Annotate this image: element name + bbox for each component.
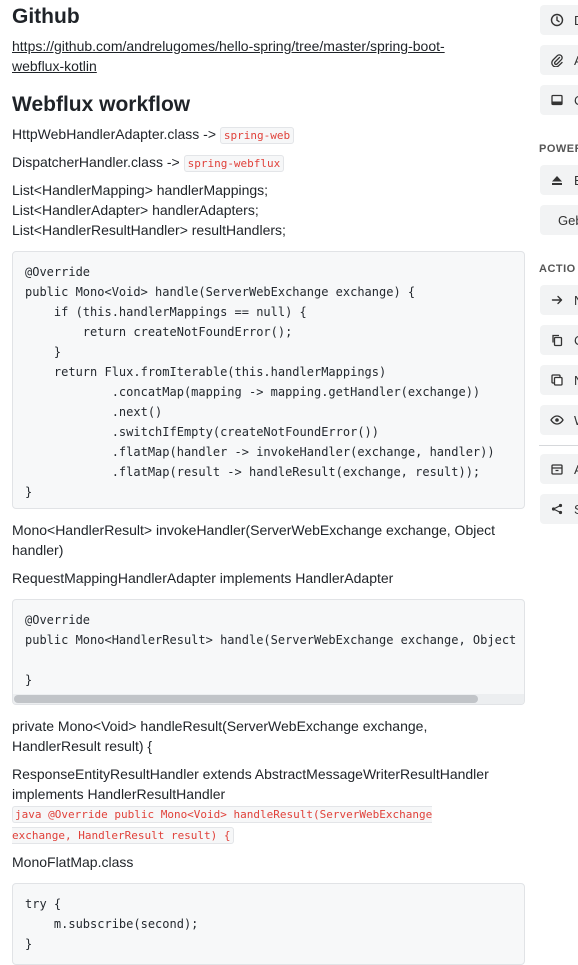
list-line: List<HandlerResultHandler> resultHandler… [12,222,286,238]
sidebar-button-archive[interactable]: A [540,454,578,484]
inline-java-wrap: java @Override public Mono<Void> handleR… [12,804,482,846]
inline-java-code: java @Override public Mono<Void> handleR… [12,806,433,844]
spring-webflux-code: spring-webflux [183,155,285,172]
code-block-dispatcher-handle: @Override public Mono<Void> handle(Serve… [12,251,525,509]
code-text: @Override public Mono<HandlerResult> han… [25,613,524,687]
code-text: try { m.subscribe(second); } [25,897,199,951]
sidebar-button-label: A [574,462,578,477]
list-line: List<HandlerAdapter> handlerAdapters; [12,202,259,218]
response-entity-line: ResponseEntityResultHandler extends Abst… [12,766,489,802]
code-text: @Override public Mono<Void> handle(Serve… [25,265,495,499]
adapter-line: RequestMappingHandlerAdapter implements … [12,570,394,586]
sidebar-button-label: N [574,293,578,308]
clock-icon [550,13,564,27]
github-link[interactable]: https://github.com/andrelugomes/hello-sp… [12,36,492,76]
paperclip-icon [550,53,564,67]
sidebar-button-label: C [574,333,578,348]
sidebar-button-label: S [574,502,578,517]
layers-icon [550,373,564,387]
list-line: List<HandlerMapping> handlerMappings; [12,182,269,198]
sidebar-button-label: A [574,53,578,68]
webflux-workflow-heading: Webflux workflow [12,93,191,116]
sidebar-button-b[interactable]: B [540,165,578,195]
github-heading: Github [12,5,80,28]
spring-web-code: spring-web [219,127,295,144]
handle-result-line: private Mono<Void> handleResult(ServerWe… [12,718,428,754]
power-section-heading: POWER [539,143,578,155]
share-icon [550,502,564,516]
arrow-right-icon [550,293,564,307]
archive-icon [550,462,564,476]
http-handler-adapter-text: HttpWebHandlerAdapter.class -> [12,126,217,142]
invoke-handler-line: Mono<HandlerResult> invokeHandler(Server… [12,522,496,558]
eye-icon [550,413,564,427]
handler-lists: List<HandlerMapping> handlerMappings; Li… [12,180,286,240]
sidebar-divider [539,445,578,446]
sidebar-button-c[interactable]: C [540,85,578,115]
sidebar-button-label: C [574,93,578,108]
sidebar-button-geb[interactable]: Geb [540,205,578,235]
sidebar-button-d[interactable]: D [540,5,578,35]
http-handler-adapter-line: HttpWebHandlerAdapter.class -> spring-we… [12,124,295,146]
sidebar-button-label: Geb [558,212,578,228]
copy-icon [550,333,564,347]
sidebar-button-copy[interactable]: C [540,325,578,355]
sidebar-button-watch[interactable]: W [540,405,578,435]
dispatcher-handler-line: DispatcherHandler.class -> spring-webflu… [12,152,285,174]
actions-section-heading: ACTIO [539,263,576,275]
code-block-try: try { m.subscribe(second); } [12,883,525,965]
sidebar-button-share[interactable]: S [540,494,578,524]
sidebar-button-label: B [574,173,578,188]
eject-icon [550,173,564,187]
sidebar-button-attach[interactable]: A [540,45,578,75]
code-block-adapter-handle[interactable]: @Override public Mono<HandlerResult> han… [12,599,525,705]
sidebar-button-n[interactable]: N [540,285,578,315]
sidebar-button-layers[interactable]: N [540,365,578,395]
mono-flatmap-line: MonoFlatMap.class [12,854,134,870]
sidebar-button-label: W [574,413,578,428]
display-icon [550,93,564,107]
horizontal-scrollbar[interactable] [13,694,524,704]
sidebar-button-label: D [574,13,578,28]
sidebar-button-label: N [574,373,578,388]
dispatcher-handler-text: DispatcherHandler.class -> [12,154,180,170]
scrollbar-thumb[interactable] [14,695,478,703]
